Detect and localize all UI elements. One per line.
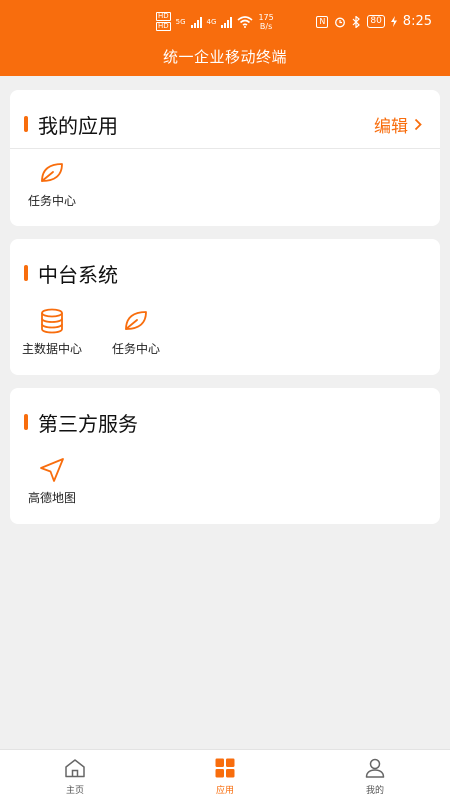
app-label: 高德地图 bbox=[27, 491, 76, 505]
status-right-icons: N 80 8:25 bbox=[316, 14, 432, 29]
status-bar: HD HD 5G 4G 175 B/s N 80 8:25 bbox=[0, 0, 450, 44]
tab-label: 我的 bbox=[365, 786, 384, 796]
signal-icon bbox=[221, 16, 233, 28]
card-header: 我的应用 编辑 bbox=[10, 90, 440, 148]
app-task-center[interactable]: 任务中心 bbox=[106, 307, 166, 357]
leaf-icon bbox=[41, 163, 63, 182]
status-left-icons: HD HD 5G 4G 175 B/s bbox=[156, 12, 274, 31]
bottom-nav: 主页 应用 我的 bbox=[0, 749, 450, 800]
alarm-icon bbox=[335, 17, 346, 27]
network-speed: 175 B/s bbox=[258, 13, 273, 31]
section-accent-bar bbox=[24, 414, 28, 430]
middle-platform-card: 中台系统 主数据中心 任务中心 bbox=[10, 239, 440, 375]
section-title: 中台系统 bbox=[38, 263, 118, 287]
app-label: 主数据中心 bbox=[21, 342, 82, 356]
home-icon bbox=[65, 759, 85, 778]
wifi-icon bbox=[237, 15, 253, 28]
charging-icon bbox=[390, 16, 397, 27]
my-apps-card: 我的应用 编辑 任务中心 bbox=[10, 90, 440, 226]
tab-label: 主页 bbox=[65, 786, 84, 796]
card-header: 中台系统 bbox=[10, 239, 440, 297]
section-accent-bar bbox=[24, 116, 28, 132]
edit-button[interactable]: 编辑 bbox=[374, 112, 422, 137]
tab-apps[interactable]: 应用 bbox=[195, 758, 255, 796]
speed-unit: B/s bbox=[259, 21, 273, 31]
app-task-center[interactable]: 任务中心 bbox=[22, 159, 82, 209]
signal-icon bbox=[190, 16, 202, 28]
tab-profile[interactable]: 我的 bbox=[345, 758, 405, 796]
chevron-right-icon bbox=[414, 118, 422, 131]
tab-home[interactable]: 主页 bbox=[45, 758, 105, 796]
bluetooth-icon bbox=[352, 15, 361, 28]
speed-value: 175 bbox=[258, 12, 274, 22]
third-party-card: 第三方服务 高德地图 bbox=[10, 388, 440, 524]
page-title: 统一企业移动终端 bbox=[162, 48, 287, 66]
database-icon bbox=[41, 308, 63, 334]
hd-badge: HD bbox=[156, 12, 171, 21]
section-accent-bar bbox=[24, 265, 28, 281]
hd-badge: HD bbox=[156, 22, 171, 31]
navigation-icon bbox=[40, 458, 64, 482]
edit-label: 编辑 bbox=[374, 117, 408, 137]
card-header: 第三方服务 bbox=[10, 388, 440, 446]
user-icon bbox=[365, 758, 385, 778]
nfc-icon: N bbox=[316, 15, 329, 28]
top-bar: HD HD 5G 4G 175 B/s N 80 8:25 统一企业移动终端 bbox=[0, 0, 450, 76]
leaf-icon bbox=[125, 311, 147, 330]
clock: 8:25 bbox=[402, 14, 432, 29]
tab-label: 应用 bbox=[215, 786, 234, 796]
app-master-data-center[interactable]: 主数据中心 bbox=[15, 307, 89, 357]
section-title: 第三方服务 bbox=[38, 412, 138, 436]
app-label: 任务中心 bbox=[27, 194, 76, 208]
divider bbox=[10, 148, 440, 149]
app-label: 任务中心 bbox=[111, 342, 160, 356]
section-title: 我的应用 bbox=[38, 114, 118, 138]
grid-icon bbox=[215, 758, 235, 778]
battery-indicator: 80 bbox=[367, 15, 385, 28]
network-type: 5G bbox=[175, 17, 186, 26]
network-type: 4G bbox=[206, 17, 217, 26]
app-amap[interactable]: 高德地图 bbox=[22, 456, 82, 506]
hd-badges: HD HD bbox=[156, 12, 171, 31]
